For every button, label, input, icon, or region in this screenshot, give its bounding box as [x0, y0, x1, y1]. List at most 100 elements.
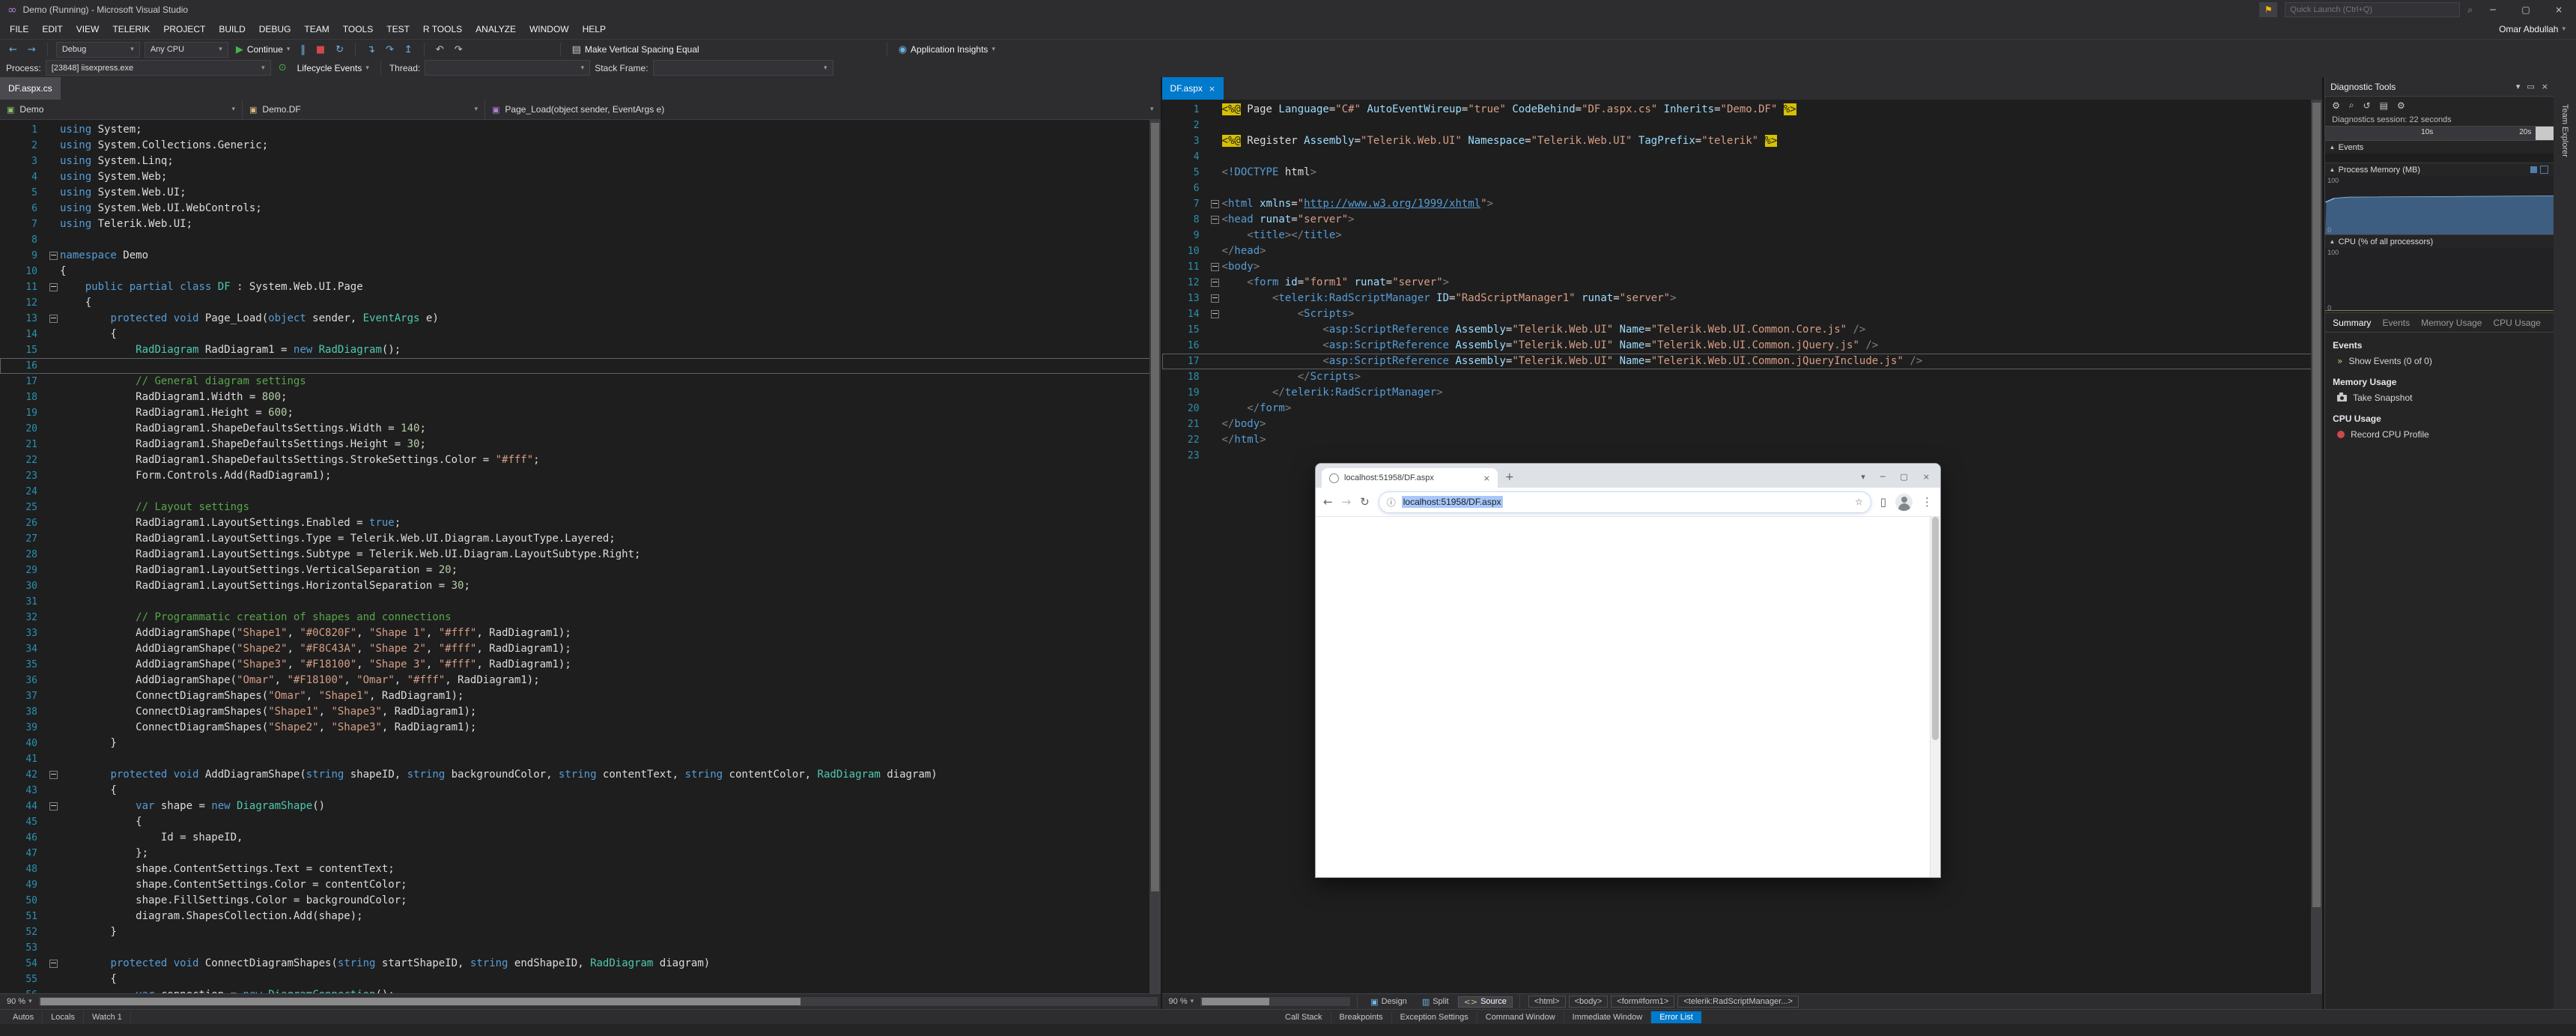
tool-tab-exception-settings[interactable]: Exception Settings — [1392, 1011, 1477, 1023]
code-line-40[interactable]: 40 } — [0, 736, 1161, 751]
code-line-5[interactable]: 5<!DOCTYPE html> — [1162, 165, 2323, 181]
tool-tab-command-window[interactable]: Command Window — [1477, 1011, 1564, 1023]
show-events-link[interactable]: » Show Events (0 of 0) — [2325, 352, 2554, 369]
diagnostics-tab-cpu-usage[interactable]: CPU Usage — [2493, 318, 2540, 328]
navigate-forward-icon[interactable]: → — [25, 43, 39, 57]
code-line-17[interactable]: 17 <asp:ScriptReference Assembly="Teleri… — [1162, 354, 2323, 369]
code-line-16[interactable]: 16 — [0, 358, 1161, 374]
team-explorer-tab[interactable]: Team Explorer — [2560, 104, 2569, 157]
code-line-38[interactable]: 38 ConnectDiagramShapes("Shape1", "Shape… — [0, 704, 1161, 720]
code-line-15[interactable]: 15 <asp:ScriptReference Assembly="Teleri… — [1162, 322, 2323, 338]
code-line-20[interactable]: 20 </form> — [1162, 401, 2323, 416]
code-line-35[interactable]: 35 AddDiagramShape("Shape3", "#F18100", … — [0, 657, 1161, 673]
code-line-12[interactable]: 12 <form id="form1" runat="server"> — [1162, 275, 2323, 291]
code-line-6[interactable]: 6 — [1162, 181, 2323, 196]
reset-view-icon[interactable]: ↺ — [2363, 100, 2371, 111]
tool-tab-watch-1[interactable]: Watch 1 — [84, 1011, 131, 1023]
page-info-icon[interactable]: ⓘ — [1387, 496, 1396, 509]
close-tab-icon[interactable]: × — [1209, 84, 1215, 94]
browser-close-button[interactable]: × — [1923, 472, 1930, 482]
menu-tools[interactable]: TOOLS — [336, 21, 380, 37]
scrollbar-thumb[interactable] — [1932, 517, 1939, 740]
code-line-19[interactable]: 19 </telerik:RadScriptManager> — [1162, 385, 2323, 401]
step-into-icon[interactable]: ↴ — [364, 43, 378, 57]
browser-maximize-button[interactable]: ▢ — [1900, 472, 1907, 482]
code-line-31[interactable]: 31 — [0, 594, 1161, 610]
right-editor-vertical-scrollbar[interactable] — [2311, 100, 2322, 993]
collapse-toggle-icon[interactable] — [1211, 200, 1219, 208]
code-line-20[interactable]: 20 RadDiagram1.ShapeDefaultsSettings.Wid… — [0, 421, 1161, 437]
timeline-icon[interactable]: ▤ — [2380, 100, 2388, 111]
menu-edit[interactable]: EDIT — [35, 21, 69, 37]
code-line-1[interactable]: 1using System; — [0, 122, 1161, 138]
code-line-10[interactable]: 10</head> — [1162, 243, 2323, 259]
code-line-32[interactable]: 32 // Programmatic creation of shapes an… — [0, 610, 1161, 625]
notifications-flag-button[interactable]: ⚑ — [2259, 2, 2277, 17]
left-editor-vertical-scrollbar[interactable] — [1149, 120, 1161, 993]
left-editor-horizontal-scrollbar[interactable] — [39, 997, 1158, 1006]
step-out-icon[interactable]: ↥ — [401, 43, 416, 57]
tool-tab-call-stack[interactable]: Call Stack — [1277, 1011, 1331, 1023]
collapse-toggle-icon[interactable] — [1211, 294, 1219, 303]
code-line-39[interactable]: 39 ConnectDiagramShapes("Shape2", "Shape… — [0, 720, 1161, 736]
code-line-13[interactable]: 13 protected void Page_Load(object sende… — [0, 311, 1161, 327]
code-line-18[interactable]: 18 RadDiagram1.Width = 800; — [0, 390, 1161, 405]
tool-tab-immediate-window[interactable]: Immediate Window — [1564, 1011, 1652, 1023]
code-line-9[interactable]: 9 <title></title> — [1162, 228, 2323, 243]
code-line-25[interactable]: 25 // Layout settings — [0, 500, 1161, 515]
break-all-icon[interactable]: ‖ — [297, 43, 309, 57]
close-icon[interactable]: × — [2542, 82, 2548, 91]
browser-menu-kebab-icon[interactable]: ⋮ — [1922, 495, 1933, 509]
code-line-7[interactable]: 7<html xmlns="http://www.w3.org/1999/xht… — [1162, 196, 2323, 212]
cpu-section-label[interactable]: ▴ CPU (% of all processors) — [2325, 235, 2554, 248]
application-insights-dropdown[interactable]: ◉ Application Insights ▾ — [896, 43, 998, 57]
code-line-42[interactable]: 42 protected void AddDiagramShape(string… — [0, 767, 1161, 783]
code-line-3[interactable]: 3<%@ Register Assembly="Telerik.Web.UI" … — [1162, 133, 2323, 149]
new-tab-button[interactable]: + — [1498, 471, 1522, 488]
code-line-15[interactable]: 15 RadDiagram RadDiagram1 = new RadDiagr… — [0, 342, 1161, 358]
profile-avatar[interactable] — [1895, 494, 1913, 511]
code-line-4[interactable]: 4using System.Web; — [0, 169, 1161, 185]
quick-launch-input[interactable] — [2285, 2, 2460, 17]
close-tab-icon[interactable]: × — [1483, 473, 1490, 483]
code-line-51[interactable]: 51 diagram.ShapesCollection.Add(shape); — [0, 909, 1161, 924]
collapse-toggle-icon[interactable] — [49, 960, 58, 968]
collapse-toggle-icon[interactable] — [49, 315, 58, 323]
process-dropdown[interactable]: [23848] iisexpress.exe▾ — [46, 60, 271, 76]
code-line-19[interactable]: 19 RadDiagram1.Height = 600; — [0, 405, 1161, 421]
code-line-6[interactable]: 6using System.Web.UI.WebControls; — [0, 201, 1161, 216]
code-line-46[interactable]: 46 Id = shapeID, — [0, 830, 1161, 846]
browser-tab[interactable]: localhost:51958/DF.aspx × — [1322, 468, 1498, 488]
bookmark-star-icon[interactable]: ☆ — [1855, 497, 1863, 507]
collapse-toggle-icon[interactable] — [1211, 279, 1219, 287]
browser-minimize-button[interactable]: ─ — [1880, 472, 1886, 482]
code-line-8[interactable]: 8<head runat="server"> — [1162, 212, 2323, 228]
menu-project[interactable]: PROJECT — [157, 21, 212, 37]
code-line-9[interactable]: 9namespace Demo — [0, 248, 1161, 264]
lifecycle-events-dropdown[interactable]: Lifecycle Events ▾ — [294, 61, 372, 75]
menu-r-tools[interactable]: R TOOLS — [416, 21, 469, 37]
redo-icon[interactable]: ↷ — [452, 43, 466, 57]
editor-zoom-dropdown[interactable]: 90 % ▾ — [1165, 997, 1198, 1006]
code-line-22[interactable]: 22</html> — [1162, 432, 2323, 448]
code-line-27[interactable]: 27 RadDiagram1.LayoutSettings.Type = Tel… — [0, 531, 1161, 547]
undo-icon[interactable]: ↶ — [433, 43, 447, 57]
code-line-2[interactable]: 2using System.Collections.Generic; — [0, 138, 1161, 154]
code-line-13[interactable]: 13 <telerik:RadScriptManager ID="RadScri… — [1162, 291, 2323, 306]
scrollbar-thumb[interactable] — [1202, 998, 1269, 1005]
menu-window[interactable]: WINDOW — [523, 21, 576, 37]
code-line-11[interactable]: 11 public partial class DF : System.Web.… — [0, 279, 1161, 295]
pin-icon[interactable]: ▭ — [2527, 82, 2534, 91]
tab-df-aspx[interactable]: DF.aspx × — [1162, 77, 1224, 100]
take-snapshot-link[interactable]: Take Snapshot — [2325, 389, 2554, 406]
code-line-12[interactable]: 12 { — [0, 295, 1161, 311]
design-view-button[interactable]: ▣ Design — [1364, 996, 1413, 1008]
code-line-24[interactable]: 24 — [0, 484, 1161, 500]
memory-section-label[interactable]: ▴ Process Memory (MB) — [2325, 163, 2554, 176]
tab-search-chevron-icon[interactable]: ▾ — [1861, 472, 1865, 482]
code-line-37[interactable]: 37 ConnectDiagramShapes("Omar", "Shape1"… — [0, 688, 1161, 704]
code-line-50[interactable]: 50 shape.FillSettings.Color = background… — [0, 893, 1161, 909]
tool-tab-error-list[interactable]: Error List — [1651, 1011, 1701, 1023]
code-line-45[interactable]: 45 { — [0, 814, 1161, 830]
menu-debug[interactable]: DEBUG — [252, 21, 298, 37]
